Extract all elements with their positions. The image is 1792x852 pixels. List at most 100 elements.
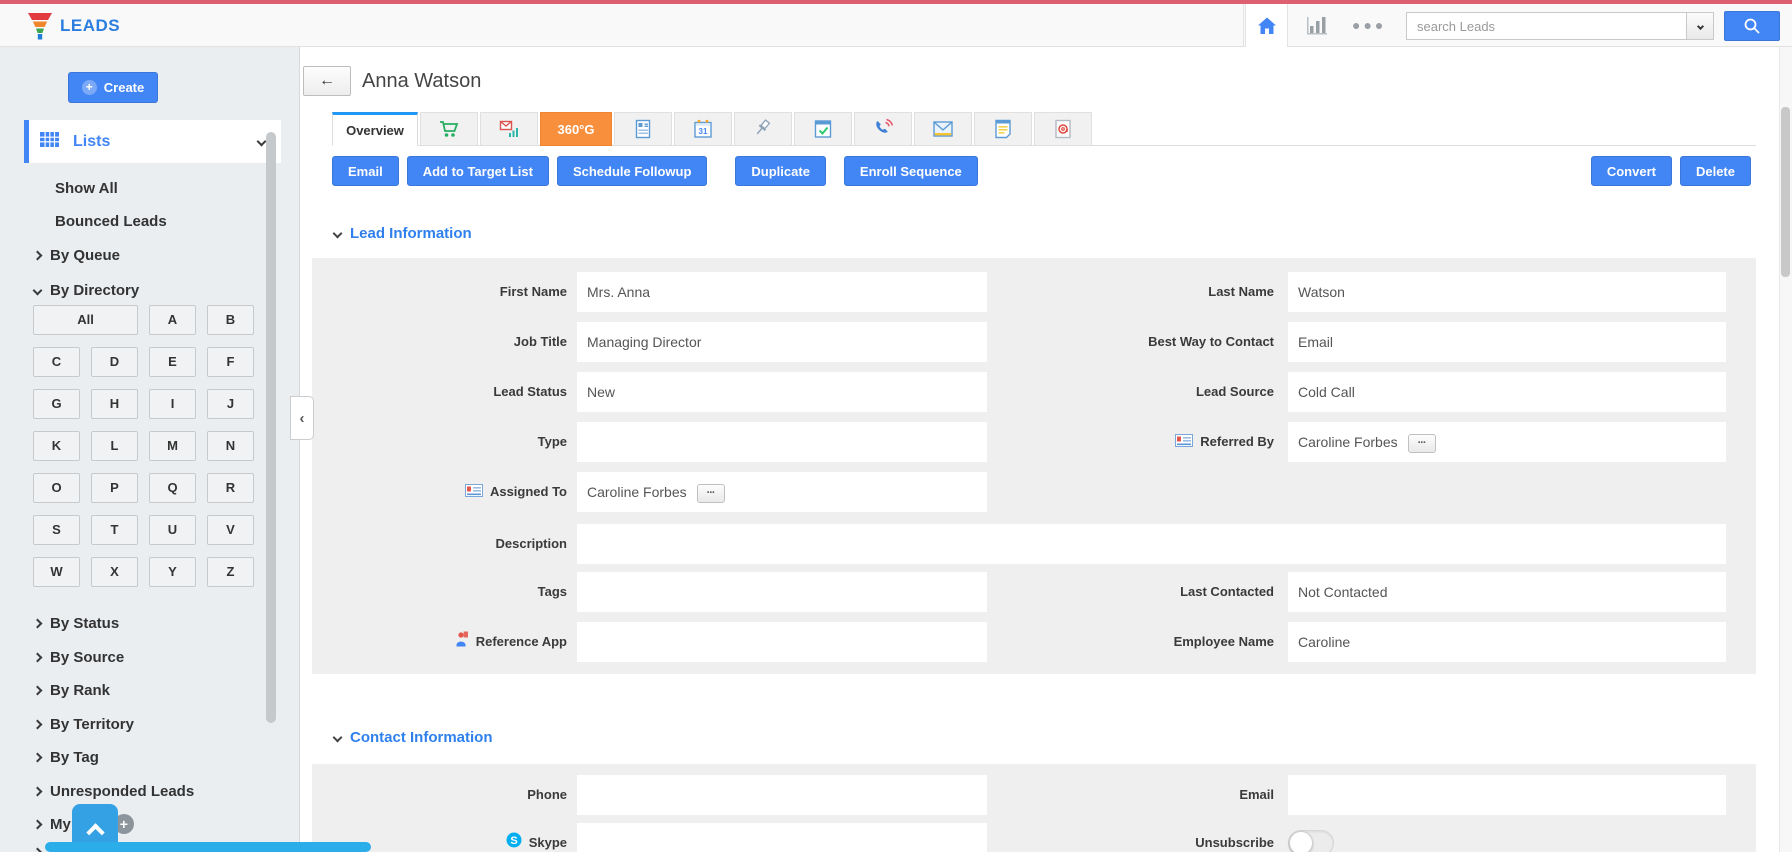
field-input-last-name[interactable]: Watson — [1288, 272, 1726, 312]
field-input-lead-source[interactable]: Cold Call — [1288, 372, 1726, 412]
letter-filter-k[interactable]: K — [33, 431, 80, 461]
ellipsis-icon[interactable]: ●●● — [1352, 17, 1386, 33]
back-button[interactable]: ← — [303, 66, 351, 96]
letter-filter-b[interactable]: B — [207, 305, 254, 335]
letter-filter-g[interactable]: G — [33, 389, 80, 419]
field-input-last-contacted[interactable]: Not Contacted — [1288, 572, 1726, 612]
search-scope-dropdown[interactable] — [1686, 12, 1714, 40]
sidebar-scrollbar[interactable] — [266, 132, 276, 723]
letter-filter-j[interactable]: J — [207, 389, 254, 419]
letter-filter-t[interactable]: T — [91, 515, 138, 545]
sidebar-item-my[interactable]: My + — [32, 813, 264, 835]
field-input-employee-name[interactable]: Caroline — [1288, 622, 1726, 662]
field-input-lead-status[interactable]: New — [577, 372, 987, 412]
letter-filter-n[interactable]: N — [207, 431, 254, 461]
letter-filter-c[interactable]: C — [33, 347, 80, 377]
home-button[interactable] — [1245, 4, 1288, 47]
letter-filter-f[interactable]: F — [207, 347, 254, 377]
action-schedule-followup[interactable]: Schedule Followup — [556, 156, 708, 186]
letter-filter-d[interactable]: D — [91, 347, 138, 377]
letter-filter-v[interactable]: V — [207, 515, 254, 545]
letter-filter-y[interactable]: Y — [149, 557, 196, 587]
chevron-up-icon — [85, 822, 105, 842]
letter-filter-i[interactable]: I — [149, 389, 196, 419]
letter-filter-m[interactable]: M — [149, 431, 196, 461]
field-value: Mrs. Anna — [587, 284, 651, 300]
tab-cart[interactable] — [420, 112, 478, 146]
sidebar-item-label: By Directory — [50, 281, 140, 299]
field-input-best-way-to-contact[interactable]: Email — [1288, 322, 1726, 362]
letter-filter-w[interactable]: W — [33, 557, 80, 587]
more-options-button[interactable]: ··· — [696, 483, 725, 503]
action-enroll-sequence[interactable]: Enroll Sequence — [843, 156, 978, 186]
sidebar-item-label: By Tag — [50, 748, 99, 766]
sidebar-item-lists[interactable]: Lists — [24, 120, 281, 163]
sidebar-item-by-directory[interactable]: By Directory — [32, 279, 264, 301]
letter-filter-a[interactable]: A — [149, 305, 196, 335]
letter-filter-p[interactable]: P — [91, 473, 138, 503]
section-header-contact-information[interactable]: Contact Information — [332, 726, 493, 748]
tab-overview[interactable]: Overview — [332, 112, 418, 146]
field-input-job-title[interactable]: Managing Director — [577, 322, 987, 362]
sidebar-item-by-rank[interactable]: By Rank — [32, 679, 264, 701]
sidebar-item-by-source[interactable]: By Source — [32, 646, 264, 668]
field-value: Not Contacted — [1298, 584, 1388, 600]
page-scrollbar-thumb[interactable] — [1781, 107, 1790, 277]
sidebar-item-by-territory[interactable]: By Territory — [32, 713, 264, 735]
field-label-text: Last Name — [1208, 284, 1274, 299]
action-add-to-target-list[interactable]: Add to Target List — [406, 156, 549, 186]
tab-email-stats[interactable] — [480, 112, 538, 146]
invoice-icon — [635, 119, 651, 139]
sidebar-item-unresponded-leads[interactable]: Unresponded Leads — [32, 780, 264, 802]
sidebar-item-by-tag[interactable]: By Tag — [32, 746, 264, 768]
field-input-tags[interactable] — [577, 572, 987, 612]
action-duplicate[interactable]: Duplicate — [735, 156, 826, 186]
tab-calendar[interactable]: 31 — [674, 112, 732, 146]
create-button[interactable]: + Create — [68, 72, 158, 103]
letter-filter-all[interactable]: All — [33, 305, 138, 335]
action-convert[interactable]: Convert — [1590, 156, 1672, 186]
field-input-email[interactable] — [1288, 775, 1726, 815]
section-header-lead-information[interactable]: Lead Information — [332, 222, 472, 244]
letter-filter-x[interactable]: X — [91, 557, 138, 587]
more-options-button[interactable]: ··· — [1407, 433, 1436, 453]
action-email[interactable]: Email — [332, 156, 399, 186]
action-delete[interactable]: Delete — [1679, 156, 1751, 186]
tab-attachments[interactable] — [1034, 112, 1092, 146]
search-input[interactable] — [1406, 12, 1686, 40]
letter-filter-q[interactable]: Q — [149, 473, 196, 503]
field-input-description[interactable] — [577, 524, 1726, 564]
reports-button[interactable] — [1306, 15, 1328, 40]
tab-mail[interactable] — [914, 112, 972, 146]
field-input-reference-app[interactable] — [577, 622, 987, 662]
field-input-assigned-to[interactable]: Caroline Forbes ··· — [577, 472, 987, 512]
tab-invoice[interactable] — [614, 112, 672, 146]
sidebar-collapse-handle[interactable]: ‹ — [290, 396, 314, 440]
letter-filter-o[interactable]: O — [33, 473, 80, 503]
tab-360-degrees[interactable]: 360°G — [540, 112, 612, 146]
field-input-phone[interactable] — [577, 775, 987, 815]
sidebar-item-by-status[interactable]: By Status — [32, 612, 264, 634]
letter-filter-z[interactable]: Z — [207, 557, 254, 587]
sidebar-item-bounced-leads[interactable]: Bounced Leads — [34, 210, 264, 232]
letter-filter-r[interactable]: R — [207, 473, 254, 503]
letter-filter-u[interactable]: U — [149, 515, 196, 545]
letter-filter-s[interactable]: S — [33, 515, 80, 545]
sidebar-item-show-all[interactable]: Show All — [34, 177, 264, 199]
tab-phone[interactable] — [854, 112, 912, 146]
field-input-type[interactable] — [577, 422, 987, 462]
letter-filter-e[interactable]: E — [149, 347, 196, 377]
letter-filter-l[interactable]: L — [91, 431, 138, 461]
unsubscribe-toggle[interactable] — [1288, 830, 1334, 852]
tab-notes[interactable] — [974, 112, 1032, 146]
search-button[interactable] — [1724, 11, 1780, 41]
sidebar-item-by-queue[interactable]: By Queue — [32, 244, 264, 266]
horizontal-scrollbar[interactable] — [45, 842, 371, 852]
tab-pin[interactable] — [734, 112, 792, 146]
field-input-referred-by[interactable]: Caroline Forbes ··· — [1288, 422, 1726, 462]
sidebar-item-label: By Queue — [50, 246, 121, 264]
letter-filter-h[interactable]: H — [91, 389, 138, 419]
tab-tasks[interactable] — [794, 112, 852, 146]
field-input-first-name[interactable]: Mrs. Anna — [577, 272, 987, 312]
field-input-skype[interactable] — [577, 823, 987, 852]
